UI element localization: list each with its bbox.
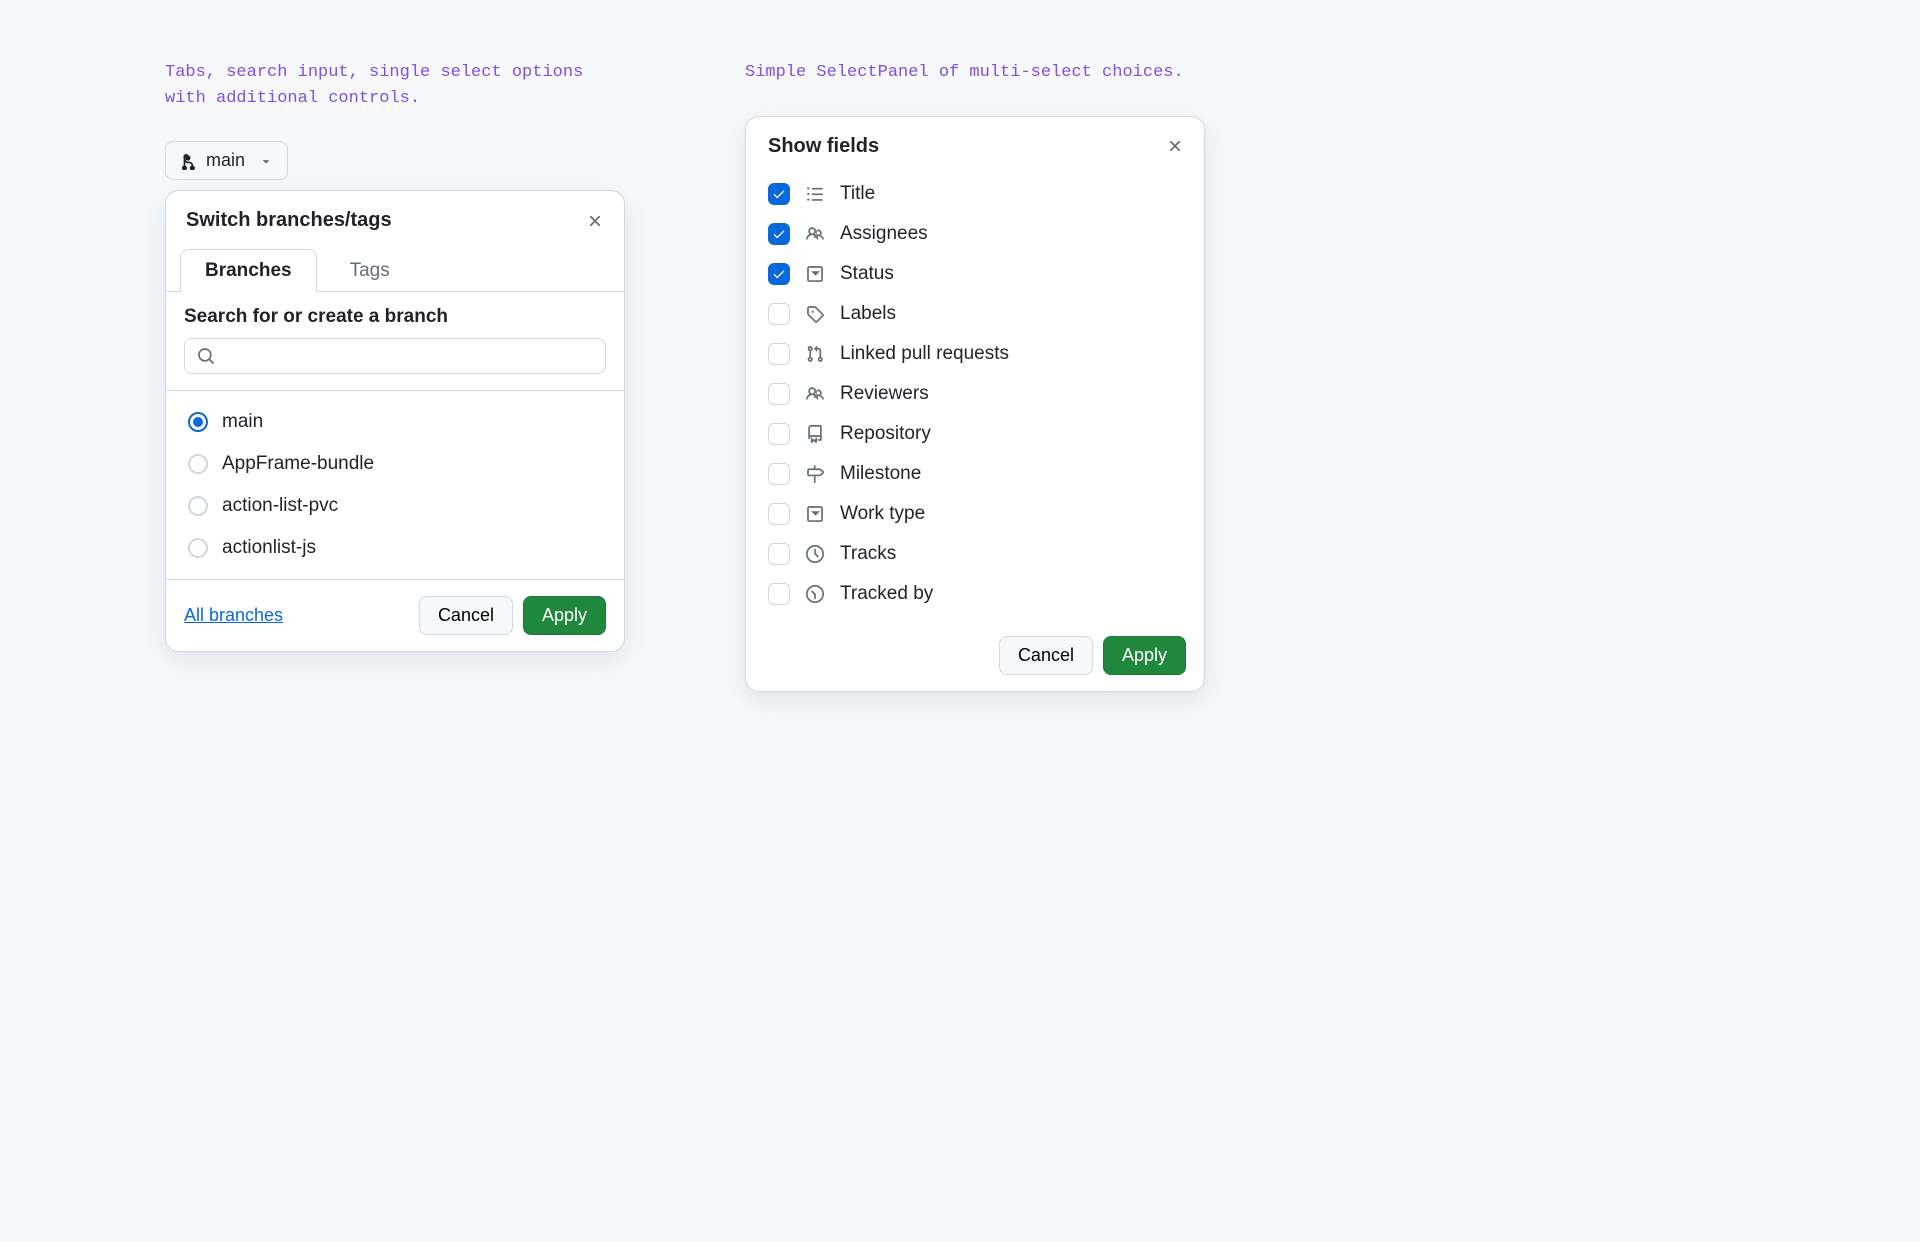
branch-option[interactable]: main [184, 401, 606, 443]
field-option[interactable]: Milestone [764, 454, 1190, 494]
tag-icon [804, 305, 826, 323]
branch-option[interactable]: action-list-pvc [184, 485, 606, 527]
search-label: Search for or create a branch [184, 306, 606, 328]
field-option-label: Assignees [840, 223, 928, 245]
field-option[interactable]: Status [764, 254, 1190, 294]
field-option-label: Work type [840, 503, 925, 525]
pull-request-icon [804, 345, 826, 363]
tab-tags[interactable]: Tags [325, 249, 415, 292]
field-option-label: Reviewers [840, 383, 929, 405]
field-option[interactable]: Tracked by [764, 574, 1190, 614]
git-branch-icon [178, 152, 196, 170]
cancel-button[interactable]: Cancel [999, 636, 1093, 675]
checkbox-icon [768, 303, 790, 325]
apply-button[interactable]: Apply [1103, 636, 1186, 675]
close-icon[interactable] [586, 212, 604, 230]
branch-trigger-button[interactable]: main [165, 141, 288, 180]
all-branches-link[interactable]: All branches [184, 605, 283, 626]
field-option-label: Status [840, 263, 894, 285]
list-icon [804, 185, 826, 203]
fields-panel: Show fields Title Assignees Status Labels Li… [745, 116, 1205, 692]
fields-panel-title: Show fields [768, 135, 879, 158]
apply-button[interactable]: Apply [523, 596, 606, 635]
select-icon [804, 265, 826, 283]
checkbox-icon [768, 543, 790, 565]
field-option[interactable]: Repository [764, 414, 1190, 454]
field-option[interactable]: Assignees [764, 214, 1190, 254]
right-caption: Simple SelectPanel of multi-select choic… [745, 60, 1205, 86]
people-icon [804, 385, 826, 403]
milestone-icon [804, 465, 826, 483]
field-option-label: Linked pull requests [840, 343, 1009, 365]
tracks-icon [804, 545, 826, 563]
field-option[interactable]: Title [764, 174, 1190, 214]
select-icon [804, 505, 826, 523]
radio-icon [188, 412, 208, 432]
radio-icon [188, 454, 208, 474]
field-option-label: Tracks [840, 543, 896, 565]
tracked-by-icon [804, 585, 826, 603]
field-option[interactable]: Reviewers [764, 374, 1190, 414]
branch-option[interactable]: AppFrame-bundle [184, 443, 606, 485]
field-option-label: Milestone [840, 463, 921, 485]
left-caption: Tabs, search input, single select option… [165, 60, 625, 111]
branch-panel: Switch branches/tags BranchesTags Search… [165, 190, 625, 652]
checkbox-icon [768, 423, 790, 445]
radio-icon [188, 538, 208, 558]
branch-option-label: main [222, 411, 263, 433]
field-option[interactable]: Labels [764, 294, 1190, 334]
repo-icon [804, 425, 826, 443]
branch-trigger-label: main [206, 150, 245, 171]
field-option-label: Tracked by [840, 583, 933, 605]
branch-option-label: action-list-pvc [222, 495, 338, 517]
branch-search-input[interactable] [223, 347, 593, 365]
checkbox-icon [768, 343, 790, 365]
tab-branches[interactable]: Branches [180, 249, 317, 292]
checkbox-icon [768, 583, 790, 605]
people-icon [804, 225, 826, 243]
branch-option-label: AppFrame-bundle [222, 453, 374, 475]
close-icon[interactable] [1166, 137, 1184, 155]
field-option[interactable]: Work type [764, 494, 1190, 534]
caret-down-icon [259, 154, 273, 168]
checkbox-icon [768, 183, 790, 205]
branch-option[interactable]: actionlist-js [184, 527, 606, 569]
field-option-label: Title [840, 183, 875, 205]
cancel-button[interactable]: Cancel [419, 596, 513, 635]
checkbox-icon [768, 503, 790, 525]
field-option-label: Repository [840, 423, 931, 445]
branch-option-label: actionlist-js [222, 537, 316, 559]
radio-icon [188, 496, 208, 516]
field-option-label: Labels [840, 303, 896, 325]
field-option[interactable]: Tracks [764, 534, 1190, 574]
checkbox-icon [768, 263, 790, 285]
branch-panel-title: Switch branches/tags [186, 209, 392, 232]
checkbox-icon [768, 383, 790, 405]
field-option[interactable]: Linked pull requests [764, 334, 1190, 374]
checkbox-icon [768, 223, 790, 245]
search-icon [197, 347, 215, 365]
checkbox-icon [768, 463, 790, 485]
